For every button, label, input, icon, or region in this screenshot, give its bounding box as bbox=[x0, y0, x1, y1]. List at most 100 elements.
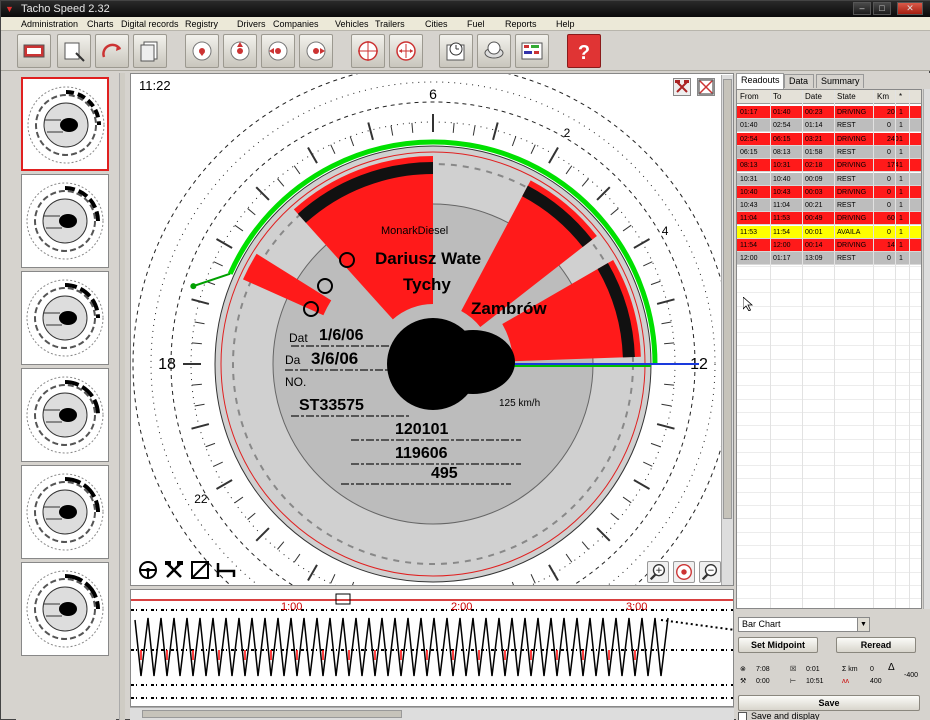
disc-thumbnail-icon bbox=[26, 473, 104, 551]
hour-tick bbox=[596, 186, 611, 201]
menu-drivers[interactable]: Drivers bbox=[237, 18, 266, 30]
col-from[interactable]: From bbox=[740, 92, 759, 102]
set-midpoint-button[interactable]: Set Midpoint bbox=[738, 637, 818, 653]
driving-total-icon: ⊗ bbox=[740, 666, 746, 673]
driving-mode-tool[interactable] bbox=[137, 559, 159, 581]
time-readout: 11:22 bbox=[137, 78, 173, 93]
work-mode-tool[interactable] bbox=[163, 559, 185, 581]
cell-state: DRIVING bbox=[837, 242, 867, 249]
chart-thumbnail[interactable] bbox=[21, 368, 109, 462]
cell-km: 0 bbox=[887, 122, 891, 130]
hour-label: 22 bbox=[194, 492, 208, 506]
menu-companies[interactable]: Companies bbox=[273, 18, 319, 30]
cell-n: 1 bbox=[899, 188, 903, 196]
move-up-button[interactable] bbox=[223, 34, 257, 68]
move-right-button[interactable] bbox=[299, 34, 333, 68]
menu-registry[interactable]: Registry bbox=[185, 18, 218, 30]
col-to[interactable]: To bbox=[773, 92, 781, 102]
steering-wheel-icon bbox=[139, 561, 157, 579]
save-button[interactable]: Save bbox=[738, 695, 920, 711]
help-button[interactable]: ? bbox=[567, 34, 601, 68]
time-calendar-button[interactable] bbox=[439, 34, 473, 68]
delta-icon: Δ bbox=[888, 662, 895, 673]
minimize-button[interactable]: – bbox=[853, 2, 871, 15]
tab-data[interactable]: Data bbox=[784, 74, 814, 88]
center-crosshair-button[interactable] bbox=[351, 34, 385, 68]
chart-pages-button[interactable] bbox=[133, 34, 167, 68]
hour-tick bbox=[213, 461, 223, 467]
cell-from: 10:43 bbox=[740, 202, 758, 210]
chart-scrollbar[interactable] bbox=[721, 75, 733, 585]
menu-cities[interactable]: Cities bbox=[425, 18, 448, 30]
col-star[interactable]: * bbox=[899, 92, 902, 102]
menu-fuel[interactable]: Fuel bbox=[467, 18, 485, 30]
cell-state: REST bbox=[837, 255, 856, 263]
crossed-hammers-icon bbox=[675, 80, 689, 93]
zoom-out-button[interactable] bbox=[699, 561, 721, 583]
col-state[interactable]: State bbox=[837, 92, 856, 102]
scan-chart-button[interactable] bbox=[57, 34, 91, 68]
col-date[interactable]: Date bbox=[805, 92, 822, 102]
chart-thumbnail[interactable] bbox=[21, 562, 109, 656]
align-crosshair-button[interactable] bbox=[389, 34, 423, 68]
chart-type-dropdown[interactable]: Bar Chart ▼ bbox=[738, 617, 870, 632]
save-and-display-checkbox[interactable] bbox=[738, 712, 747, 720]
menu-charts[interactable]: Charts bbox=[87, 18, 114, 30]
disc-date-label-2: Da bbox=[285, 353, 301, 367]
chevron-down-icon: ▼ bbox=[857, 618, 869, 631]
close-view-button[interactable] bbox=[697, 78, 715, 96]
cell-from: 12:00 bbox=[740, 255, 758, 263]
chart-grid-button[interactable] bbox=[515, 34, 549, 68]
chart-thumbnails bbox=[16, 73, 116, 720]
reread-button[interactable]: Reread bbox=[836, 637, 916, 653]
col-km[interactable]: Km bbox=[877, 92, 889, 102]
chart-settings-button[interactable] bbox=[17, 34, 51, 68]
readouts-scrollbar[interactable] bbox=[923, 89, 930, 609]
hour-tick bbox=[191, 383, 202, 386]
cell-to: 11:04 bbox=[773, 202, 790, 210]
tachograph-disc-view[interactable]: 6121824222024MonarkDieselDariusz WateTyc… bbox=[130, 73, 734, 586]
speed-trace: 1:00 2:00 3:00 bbox=[131, 593, 733, 699]
move-down-button[interactable] bbox=[185, 34, 219, 68]
menu-vehicles[interactable]: Vehicles bbox=[335, 18, 369, 30]
menu-reports[interactable]: Reports bbox=[505, 18, 537, 30]
target-icon bbox=[676, 564, 692, 580]
hour-tick bbox=[307, 146, 318, 164]
chart-thumbnail[interactable] bbox=[21, 77, 109, 171]
hour-tick bbox=[548, 564, 559, 582]
menu-trailers[interactable]: Trailers bbox=[375, 18, 405, 30]
close-button[interactable]: ✕ bbox=[897, 2, 923, 15]
zoom-out-icon bbox=[701, 564, 718, 581]
zoom-target-button[interactable] bbox=[673, 561, 695, 583]
hour-tick bbox=[511, 581, 514, 585]
hour-tick bbox=[191, 342, 202, 345]
hour-tick bbox=[581, 541, 589, 550]
chart-thumbnail[interactable] bbox=[21, 174, 109, 268]
menu-administration[interactable]: Administration bbox=[21, 18, 78, 30]
zoom-in-button[interactable] bbox=[647, 561, 669, 583]
trace-scrollbar[interactable] bbox=[130, 707, 734, 720]
disc-thumbnail-icon bbox=[26, 570, 104, 648]
speed-trace-strip[interactable]: 1:00 2:00 3:00 bbox=[130, 589, 734, 707]
tools-button[interactable] bbox=[673, 78, 691, 96]
rest-total-icon: ⊢ bbox=[790, 678, 797, 685]
tab-summary[interactable]: Summary bbox=[816, 74, 864, 88]
tab-readouts[interactable]: Readouts bbox=[736, 73, 784, 89]
hour-tick bbox=[194, 321, 205, 325]
hour-tick bbox=[452, 122, 455, 133]
availability-box-icon bbox=[191, 561, 209, 579]
availability-mode-tool[interactable] bbox=[189, 559, 211, 581]
menu-help[interactable]: Help bbox=[556, 18, 575, 30]
hour-tick bbox=[234, 496, 244, 504]
thumbnail-scrollbar[interactable] bbox=[119, 73, 125, 720]
hour-tick bbox=[581, 178, 589, 187]
chart-thumbnail[interactable] bbox=[21, 465, 109, 559]
rest-mode-tool[interactable] bbox=[215, 559, 237, 581]
maximize-button[interactable]: □ bbox=[873, 2, 891, 15]
chart-thumbnail[interactable] bbox=[21, 271, 109, 365]
menu-digital-records[interactable]: Digital records bbox=[121, 18, 179, 30]
move-left-button[interactable] bbox=[261, 34, 295, 68]
disc-tools-button[interactable] bbox=[477, 34, 511, 68]
rotate-chart-button[interactable] bbox=[95, 34, 129, 68]
cell-date: 02:18 bbox=[805, 162, 823, 170]
